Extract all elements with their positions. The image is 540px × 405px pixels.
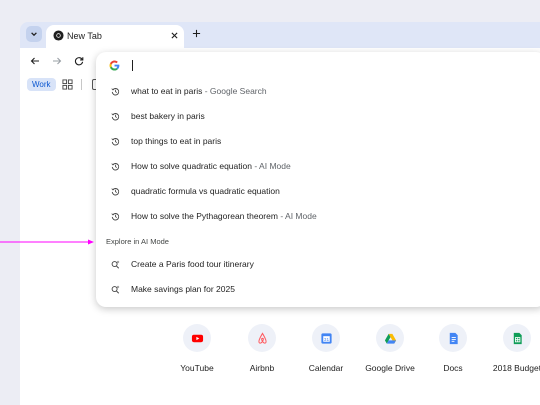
ai-suggestion-text: Make savings plan for 2025	[131, 284, 235, 294]
new-tab-button[interactable]	[190, 27, 202, 39]
reload-icon	[74, 57, 84, 66]
forward-arrow-icon	[53, 57, 62, 65]
tab-search-button[interactable]	[26, 26, 42, 42]
text-cursor	[132, 60, 133, 71]
plus-icon	[192, 29, 200, 37]
shortcut-google-drive[interactable]: Google Drive	[360, 324, 420, 374]
shortcut-label: Google Drive	[365, 363, 415, 373]
suggestion-text: best bakery in paris	[131, 111, 205, 121]
reload-button[interactable]	[72, 54, 86, 68]
history-icon	[111, 88, 120, 96]
back-arrow-icon	[30, 57, 39, 65]
suggestion-row[interactable]: top things to eat in paris	[96, 129, 540, 154]
history-icon	[111, 188, 120, 196]
shortcut-2018-budget[interactable]: 2018 Budget	[487, 324, 540, 374]
forward-button[interactable]	[50, 54, 64, 68]
suggestion-suffix: - Google Search	[202, 86, 267, 96]
tab-strip: New Tab	[20, 22, 540, 48]
airbnb-icon	[248, 324, 276, 352]
suggestion-text: top things to eat in paris	[131, 136, 222, 146]
sheets-icon	[503, 324, 531, 352]
suggestion-text: what to eat in paris	[131, 86, 203, 96]
tab-close-button[interactable]	[168, 29, 180, 41]
history-icon	[111, 138, 120, 146]
shortcut-label: 2018 Budget	[492, 363, 540, 373]
suggestion-row[interactable]: quadratic formula vs quadratic equation	[96, 179, 540, 204]
tab-new-tab[interactable]: New Tab	[46, 25, 184, 48]
suggestion-row[interactable]: How to solve the Pythagorean theorem - A…	[96, 204, 540, 229]
history-icon	[111, 113, 120, 121]
shortcut-docs[interactable]: Docs	[423, 324, 483, 374]
shortcut-label: Airbnb	[249, 363, 275, 373]
omnibox-input[interactable]	[130, 57, 510, 73]
chevron-down-icon	[31, 32, 37, 37]
suggestion-suffix: - AI Mode	[251, 161, 291, 171]
history-icon	[111, 163, 120, 171]
bookmark-divider	[81, 79, 82, 90]
ai-suggestion-row[interactable]: Make savings plan for 2025	[96, 277, 540, 302]
suggestion-suffix: - AI Mode	[277, 211, 317, 221]
bookmark-work[interactable]: Work	[27, 78, 56, 91]
google-g-icon	[109, 60, 120, 71]
suggestion-row[interactable]: How to solve quadratic equation - AI Mod…	[96, 154, 540, 179]
drive-icon	[376, 324, 404, 352]
suggestion-text: How to solve the Pythagorean theorem	[131, 211, 278, 221]
suggestion-text: quadratic formula vs quadratic equation	[131, 186, 280, 196]
suggestion-row[interactable]: what to eat in paris - Google Search	[96, 79, 540, 104]
apps-grid-icon[interactable]	[62, 79, 73, 90]
shortcut-label: Calendar	[308, 363, 344, 373]
suggestion-row[interactable]: best bakery in paris	[96, 104, 540, 129]
shortcut-label: YouTube	[180, 363, 214, 373]
ai-mode-icon	[111, 260, 120, 269]
back-button[interactable]	[28, 54, 42, 68]
ai-mode-section-heading: Explore in AI Mode	[106, 237, 169, 246]
ai-mode-icon	[111, 285, 120, 294]
tab-title: New Tab	[67, 31, 102, 41]
history-icon	[111, 213, 120, 221]
ai-suggestion-row[interactable]: Create a Paris food tour itinerary	[96, 252, 540, 277]
youtube-icon	[183, 324, 211, 352]
shortcut-youtube[interactable]: YouTube	[167, 324, 227, 374]
annotation-arrow-icon	[0, 239, 94, 245]
shortcut-label: Docs	[443, 363, 463, 373]
close-icon	[170, 31, 178, 39]
chrome-icon	[53, 30, 64, 41]
ai-suggestion-text: Create a Paris food tour itinerary	[131, 259, 254, 269]
suggestion-text: How to solve quadratic equation	[131, 161, 252, 171]
shortcut-calendar[interactable]: 31 Calendar	[296, 324, 356, 374]
shortcut-airbnb[interactable]: Airbnb	[232, 324, 292, 374]
docs-icon	[439, 324, 467, 352]
omnibox-dropdown: what to eat in paris - Google Search bes…	[96, 52, 540, 307]
svg-text:31: 31	[323, 337, 329, 342]
calendar-icon: 31	[312, 324, 340, 352]
